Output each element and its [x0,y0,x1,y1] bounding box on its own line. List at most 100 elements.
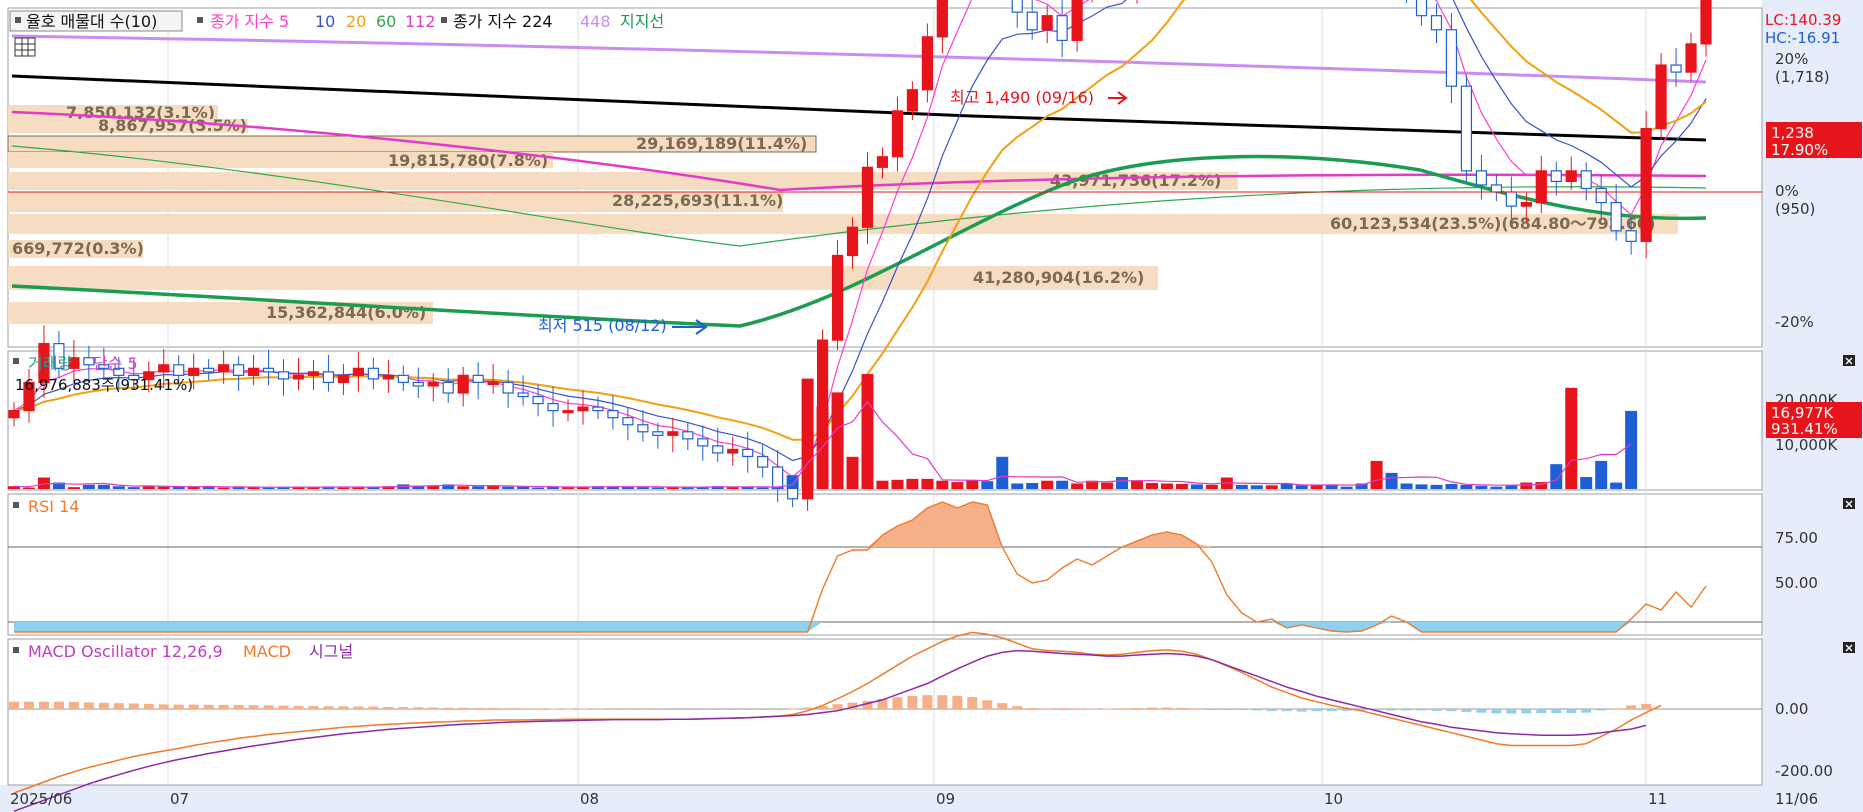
hc-label: HC:-16.91 [1765,29,1840,47]
volume-bar [861,374,874,489]
legend-ma448[interactable]: 448 [580,12,611,31]
oscillator-bar [1266,709,1277,712]
candle-body [1071,0,1083,41]
oscillator-bar [1461,709,1472,712]
volume-close-icon[interactable] [1843,355,1855,366]
oscillator-bar [128,703,139,709]
legend-square-icon [13,647,19,653]
candle-body [233,364,245,376]
candle-body [457,374,469,394]
volume-bar [921,478,934,489]
oscillator-bar [1386,709,1397,711]
volume-bar [636,487,649,489]
oscillator-bar [143,703,154,709]
candle-body [427,381,439,387]
volume-bar [457,486,470,489]
oscillator-bar [1536,709,1547,714]
macd-title[interactable]: MACD Oscillator 12,26,9 [28,642,223,661]
volume-bar [337,487,350,489]
legend-ma20[interactable]: 20 [346,12,366,31]
candle-body [1041,15,1053,31]
candle-body [337,374,350,384]
candle-body [382,374,394,380]
macd-close-icon[interactable] [1843,642,1855,653]
candle-body [757,455,769,468]
rsi-close-icon[interactable] [1843,498,1855,509]
oscillator-bar [1641,703,1652,709]
macd-label[interactable]: MACD [243,642,291,661]
volume-current: 16,976,883주(931.41%) [15,376,193,394]
oscillator-bar [622,708,633,710]
candle-body [442,381,454,394]
lc-label: LC:140.39 [1765,11,1841,29]
oscillator-bar [1236,709,1247,710]
oscillator-bar [398,707,409,709]
oscillator-bar [458,707,469,709]
legend-square-icon [441,17,447,23]
volume-title[interactable]: 거래량 [28,354,72,373]
volume-bar [142,486,155,489]
axis-minus20pct: -20% [1775,313,1814,331]
volume-bar [97,484,110,489]
axis-0pct-value: (950) [1775,200,1815,218]
candle-body [1490,184,1502,193]
oscillator-bar [203,704,214,709]
volume-bar [157,486,170,489]
oscillator-bar [98,702,109,709]
candle-body [1550,170,1562,183]
volume-bar [891,479,904,489]
oscillator-bar [1087,708,1098,710]
candle-body [831,254,844,341]
volume-bar [981,481,994,489]
oscillator-bar [9,701,19,709]
volume-bar [1101,482,1114,489]
table-icon[interactable] [14,37,36,57]
last-price-pct: 17.90% [1771,141,1828,159]
oscillator-bar [1206,709,1217,710]
volume-bar [936,480,949,489]
oscillator-bar [53,701,64,709]
volume-bar [1026,483,1039,489]
volume-profile-label: 60,123,534(23.5%)(684.80～793.60) [1330,214,1655,233]
candle-body [1580,170,1592,190]
candle-body [532,395,544,405]
volume-bar [1295,485,1308,489]
candle-body [637,424,649,433]
volume-bar [67,487,80,489]
oscillator-bar [937,695,948,709]
legend-item1[interactable]: 율호 매물대 수(10) [26,12,157,31]
x-axis-label: 11 [1648,790,1667,808]
volume-ma-label[interactable]: 단순 5 [93,354,138,373]
volume-bar [1475,485,1488,489]
volume-profile-label: 29,169,189(11.4%) [636,134,807,153]
candle-body [891,110,904,158]
candle-body [682,431,694,440]
legend-ma224[interactable]: 종가 지수 224 [453,12,553,31]
oscillator-bar [1416,709,1427,711]
signal-label[interactable]: 시그널 [309,642,353,661]
oscillator-bar [1611,708,1622,710]
legend-support[interactable]: 지지선 [620,12,664,31]
oscillator-bar [488,707,499,709]
candle-body [1610,201,1622,232]
x-axis-label: 2025/06 [10,790,72,808]
legend-ma60[interactable]: 60 [376,12,396,31]
oscillator-bar [293,705,304,709]
legend-ma5[interactable]: 종가 지수 5 [210,12,289,31]
oscillator-bar [113,703,124,709]
legend-ma112[interactable]: 112 [405,12,436,31]
candle-body [607,410,619,419]
oscillator-bar [667,709,678,710]
volume-bar [1520,482,1533,489]
oscillator-bar [1221,709,1232,710]
stock-chart[interactable]: 7,850,132(3.1%)8,867,957(3.5%)29,169,189… [0,0,1863,812]
legend-ma10[interactable]: 10 [315,12,335,31]
volume-bar [1145,483,1158,489]
oscillator-bar [1027,707,1038,709]
oscillator-bar [413,707,424,709]
x-axis-background [0,785,1863,812]
oscillator-bar [1012,706,1023,709]
rsi-axis-50: 50.00 [1775,574,1818,592]
high-annotation: 최고 1,490 (09/16) [950,88,1094,107]
rsi-title[interactable]: RSI 14 [28,497,79,516]
